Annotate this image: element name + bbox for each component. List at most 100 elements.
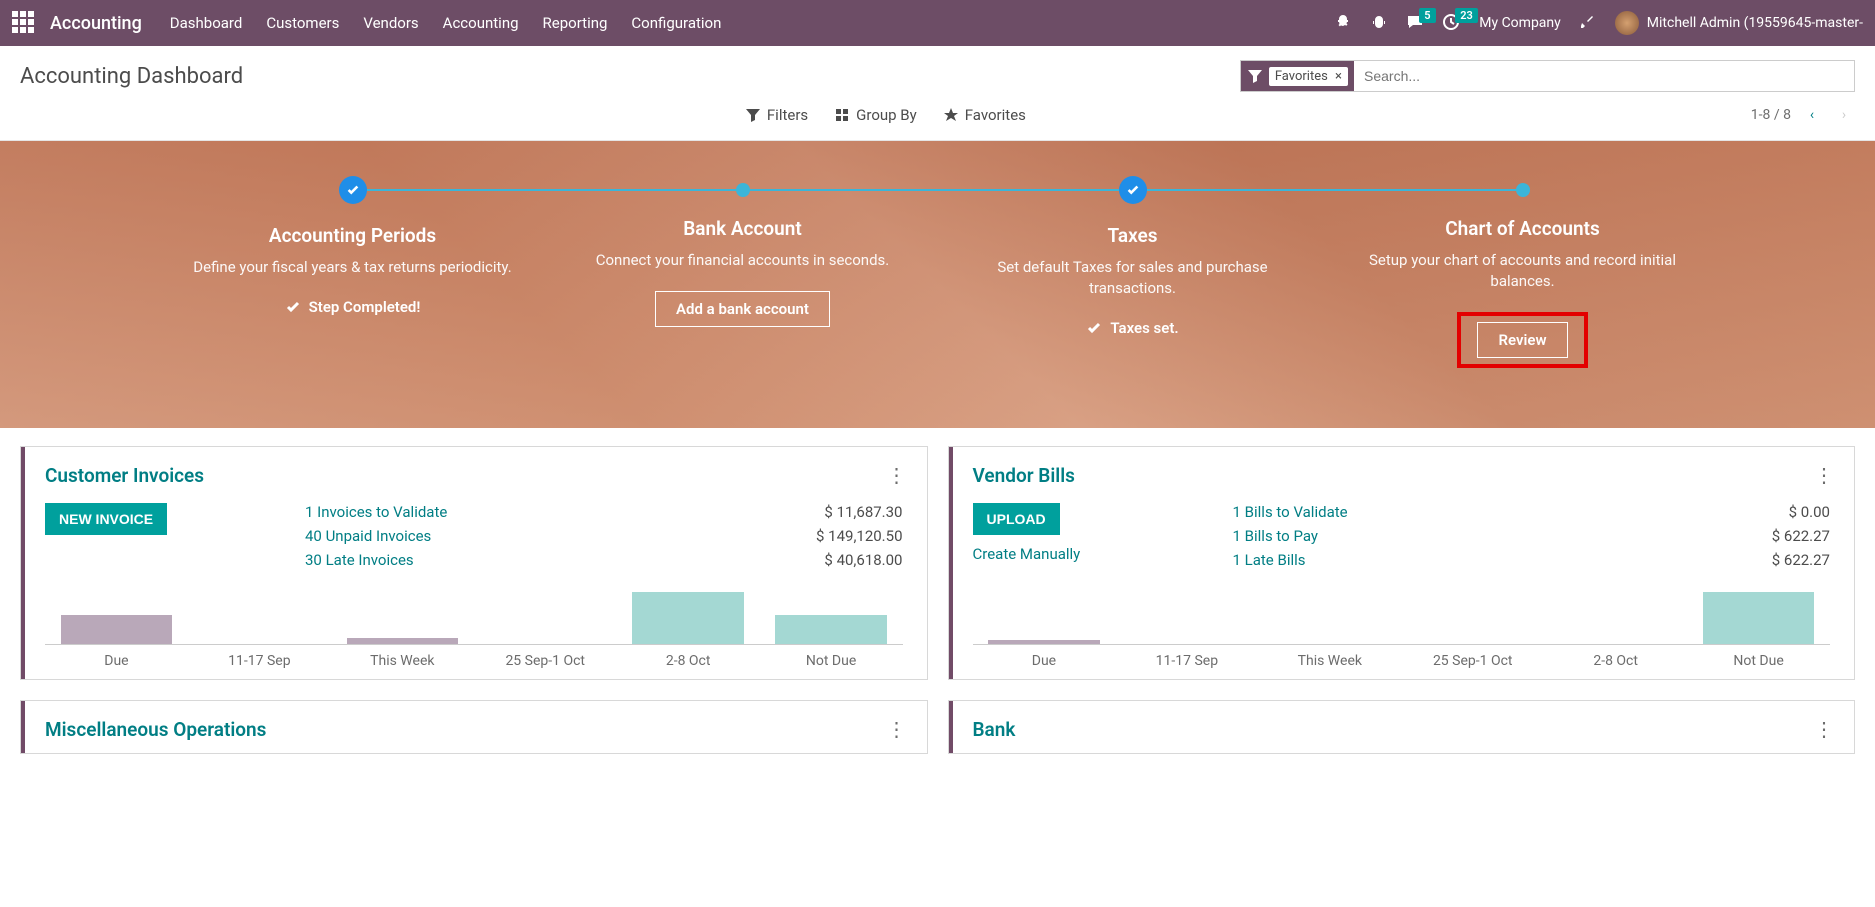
bar-column: Not Due [760,583,903,669]
app-brand[interactable]: Accounting [50,13,142,34]
breadcrumb-row: Accounting Dashboard Favorites × [0,46,1875,92]
new-invoice-button[interactable]: NEW INVOICE [45,503,167,535]
menu-vendors[interactable]: Vendors [363,14,418,32]
bar-column: 11-17 Sep [188,583,331,669]
card-title[interactable]: Miscellaneous Operations [45,718,266,741]
facet-remove[interactable]: × [1335,69,1342,84]
review-highlight: Review [1457,312,1587,368]
bar[interactable] [61,615,172,644]
bar-label: 11-17 Sep [1115,645,1258,669]
menu-customers[interactable]: Customers [266,14,339,32]
card-title[interactable]: Customer Invoices [45,464,204,487]
main-menu: Dashboard Customers Vendors Accounting R… [170,14,722,32]
bar-label: Due [45,645,188,669]
bar[interactable] [988,640,1099,644]
search-bar: Favorites × [1240,60,1855,92]
tools-icon[interactable] [1579,14,1597,32]
step-status: Step Completed! [285,298,421,316]
onboard-step: Chart of AccountsSetup your chart of acc… [1328,183,1718,368]
onboarding-banner: Accounting Periods Define your fiscal yea… [0,141,1875,428]
step-title: Chart of Accounts [1348,217,1698,240]
menu-reporting[interactable]: Reporting [543,14,608,32]
card-menu-icon[interactable]: ⋮ [887,717,907,741]
amount: $ 11,687.30 [763,503,903,521]
step-desc: Define your fiscal years & tax returns p… [178,257,528,278]
bar-column: Due [973,583,1116,669]
bar[interactable] [347,638,458,644]
support-icon[interactable] [1371,14,1389,32]
bar[interactable] [1703,592,1814,644]
step-action-button[interactable]: Add a bank account [655,291,830,327]
step-title: Accounting Periods [178,224,528,247]
late-bills-link[interactable]: 1 Late Bills [1233,551,1651,569]
user-menu[interactable]: Mitchell Admin (19559645-master- [1615,11,1863,35]
amount: $ 149,120.50 [763,527,903,545]
bar-label: 2-8 Oct [1544,645,1687,669]
card-bank: Bank ⋮ [948,700,1856,754]
step-title: Taxes [958,224,1308,247]
messages-badge: 5 [1419,8,1435,23]
card-vendor-bills: Vendor Bills ⋮ UPLOAD Create Manually 1 … [948,446,1856,680]
card-menu-icon[interactable]: ⋮ [1814,717,1834,741]
bar[interactable] [775,615,886,644]
menu-configuration[interactable]: Configuration [631,14,721,32]
card-menu-icon[interactable]: ⋮ [1814,463,1834,487]
systray: 5 23 My Company Mitchell Admin (19559645… [1335,11,1863,35]
pager-prev[interactable]: ‹ [1801,102,1823,128]
bar-column: This Week [1258,583,1401,669]
amount: $ 622.27 [1690,527,1830,545]
company-switcher[interactable]: My Company [1479,15,1561,31]
unpaid-invoices-link[interactable]: 40 Unpaid Invoices [305,527,723,545]
bar-column: 25 Sep-1 Oct [474,583,617,669]
bar-label: This Week [1258,645,1401,669]
step-action-button[interactable]: Review [1477,322,1567,358]
step-dot [736,183,750,197]
card-customer-invoices: Customer Invoices ⋮ NEW INVOICE 1 Invoic… [20,446,928,680]
bar-label: 25 Sep-1 Oct [474,645,617,669]
activities-badge: 23 [1455,8,1478,23]
bar-label: 2-8 Oct [617,645,760,669]
bar[interactable] [632,592,743,644]
create-manually-link[interactable]: Create Manually [973,545,1081,563]
step-dot [1516,183,1530,197]
debug-icon[interactable] [1335,14,1353,32]
card-menu-icon[interactable]: ⋮ [887,463,907,487]
late-invoices-link[interactable]: 30 Late Invoices [305,551,723,569]
favorites-button[interactable]: Favorites [943,106,1026,124]
menu-dashboard[interactable]: Dashboard [170,14,243,32]
bar-column: This Week [331,583,474,669]
bar-label: Not Due [1687,645,1830,669]
step-desc: Set default Taxes for sales and purchase… [958,257,1308,299]
bar-label: 11-17 Sep [188,645,331,669]
activities-icon[interactable]: 23 [1443,14,1461,32]
kanban: Customer Invoices ⋮ NEW INVOICE 1 Invoic… [0,428,1875,772]
amount: $ 622.27 [1690,551,1830,569]
bar-column: 25 Sep-1 Oct [1401,583,1544,669]
bills-to-pay-link[interactable]: 1 Bills to Pay [1233,527,1651,545]
groupby-button[interactable]: Group By [834,106,917,124]
bar-column: Due [45,583,188,669]
bills-to-validate-link[interactable]: 1 Bills to Validate [1233,503,1651,521]
messages-icon[interactable]: 5 [1407,14,1425,32]
step-status: Taxes set. [1086,319,1178,337]
filters-button[interactable]: Filters [745,106,808,124]
apps-icon[interactable] [12,11,36,35]
bar-label: 25 Sep-1 Oct [1401,645,1544,669]
pager-value[interactable]: 1-8 / 8 [1751,107,1791,123]
menu-accounting[interactable]: Accounting [443,14,519,32]
filter-icon [1247,68,1263,84]
bar-label: Due [973,645,1116,669]
bill-aging-chart: Due11-17 SepThis Week25 Sep-1 Oct2-8 Oct… [949,583,1855,679]
search-input[interactable] [1354,61,1854,91]
control-panel: Filters Group By Favorites 1-8 / 8 ‹ › [0,92,1875,141]
card-misc-operations: Miscellaneous Operations ⋮ [20,700,928,754]
upload-button[interactable]: UPLOAD [973,503,1060,535]
card-title[interactable]: Bank [973,718,1016,741]
bar-label: Not Due [760,645,903,669]
user-name: Mitchell Admin (19559645-master- [1647,15,1863,31]
card-title[interactable]: Vendor Bills [973,464,1075,487]
pager-next[interactable]: › [1833,102,1855,128]
top-nav: Accounting Dashboard Customers Vendors A… [0,0,1875,46]
invoices-to-validate-link[interactable]: 1 Invoices to Validate [305,503,723,521]
onboard-step: Taxes Set default Taxes for sales and pur… [938,183,1328,368]
